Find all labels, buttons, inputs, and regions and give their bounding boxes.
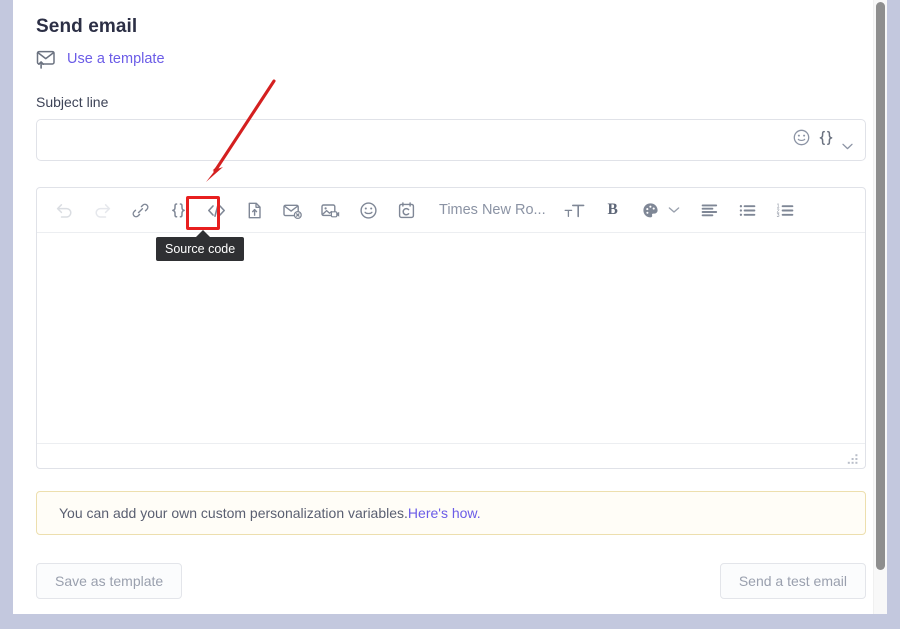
envelope-remove-icon [282, 201, 303, 220]
bullet-list-icon [738, 202, 757, 219]
editor-content-area[interactable] [37, 233, 865, 443]
chevron-down-icon [668, 201, 680, 219]
svg-text:3: 3 [777, 213, 780, 219]
curly-braces-icon [169, 201, 188, 220]
file-upload-icon [246, 201, 263, 220]
source-code-tooltip: Source code [156, 237, 245, 261]
insert-file-button[interactable] [240, 196, 268, 224]
subject-line-field[interactable] [36, 119, 866, 161]
envelope-upload-icon [36, 50, 58, 69]
app-window: Send email Use a template Subject line T… [0, 0, 900, 629]
use-a-template-link[interactable]: Use a template [36, 50, 165, 69]
align-left-icon [700, 202, 719, 219]
personalization-notice: You can add your own custom personalizat… [36, 491, 866, 535]
bullet-list-button[interactable] [734, 196, 762, 224]
subject-line-label: Subject line [36, 94, 109, 110]
color-palette-icon [641, 201, 660, 220]
editor-toolbar: Times New Ro... B 1 2 3 [37, 188, 865, 233]
font-size-button[interactable] [561, 196, 589, 224]
send-test-email-button[interactable]: Send a test email [719, 563, 866, 599]
use-a-template-label: Use a template [67, 51, 165, 68]
save-as-template-button[interactable]: Save as template [36, 563, 183, 599]
form-footer: Save as template Send a test email [36, 563, 866, 599]
heres-how-link[interactable]: Here's how. [408, 505, 481, 521]
numbered-list-button[interactable]: 1 2 3 [772, 196, 800, 224]
source-code-button[interactable] [202, 196, 230, 224]
curly-braces-icon[interactable] [817, 129, 835, 152]
image-video-icon [320, 201, 341, 220]
code-brackets-icon [206, 201, 227, 220]
insert-video-button[interactable] [316, 196, 344, 224]
font-family-selector[interactable]: Times New Ro... [439, 202, 546, 218]
unsubscribe-link-button[interactable] [278, 196, 306, 224]
calendar-c-icon [397, 201, 416, 220]
text-color-button[interactable] [637, 196, 665, 224]
bold-button[interactable]: B [599, 196, 627, 224]
emoji-smiley-icon [359, 201, 378, 220]
text-color-dropdown[interactable] [668, 201, 680, 219]
emoji-button[interactable] [354, 196, 382, 224]
vertical-scrollbar-thumb[interactable] [876, 2, 885, 570]
personalization-button[interactable] [164, 196, 192, 224]
font-size-icon [563, 201, 586, 220]
editor-statusbar [37, 443, 865, 468]
insert-link-button[interactable] [126, 196, 154, 224]
undo-button[interactable] [50, 196, 78, 224]
redo-button[interactable] [88, 196, 116, 224]
resize-grip-icon[interactable] [847, 452, 859, 464]
rich-text-editor: Times New Ro... B 1 2 3 [36, 187, 866, 469]
page-panel: Send email Use a template Subject line T… [13, 0, 887, 614]
notice-text: You can add your own custom personalizat… [59, 505, 408, 521]
calendar-button[interactable] [392, 196, 420, 224]
page-title: Send email [36, 16, 138, 37]
bold-label: B [607, 201, 618, 218]
form-content: Send email Use a template Subject line T… [36, 0, 866, 599]
numbered-list-icon: 1 2 3 [776, 202, 795, 219]
emoji-smiley-icon[interactable] [793, 129, 810, 151]
chevron-down-icon[interactable] [842, 137, 853, 149]
align-button[interactable] [696, 196, 724, 224]
